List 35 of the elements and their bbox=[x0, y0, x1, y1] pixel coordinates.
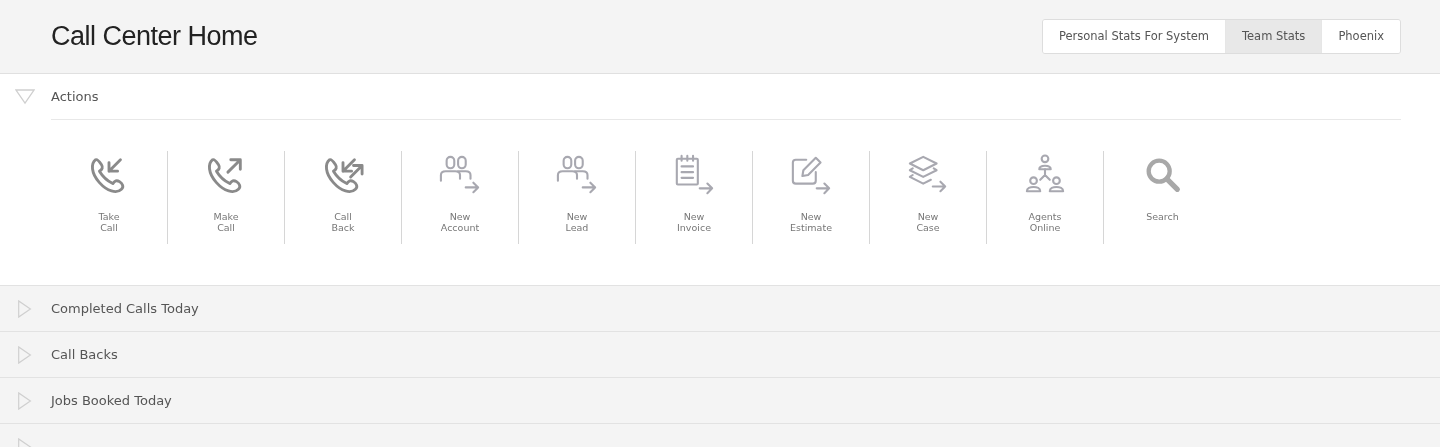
page-title: Call Center Home bbox=[51, 21, 258, 52]
people-arrow-icon bbox=[439, 154, 481, 196]
action-label: Call Back bbox=[331, 211, 355, 233]
stats-tab[interactable]: Personal Stats For System bbox=[1042, 19, 1225, 53]
toggle-triangle-icon[interactable] bbox=[16, 299, 34, 318]
document-arrow-icon bbox=[673, 154, 715, 196]
action-tile[interactable]: New Lead bbox=[519, 151, 636, 244]
section-title[interactable]: Jobs Booked Today bbox=[51, 393, 172, 408]
action-tile[interactable]: Agents Online bbox=[987, 151, 1104, 244]
edit-arrow-icon bbox=[790, 154, 832, 196]
toggle-triangle-icon[interactable] bbox=[16, 345, 34, 364]
action-tile[interactable]: Call Back bbox=[285, 151, 402, 244]
action-label: New Account bbox=[440, 211, 480, 233]
action-tile[interactable]: New Account bbox=[402, 151, 519, 244]
action-tile[interactable]: New Invoice bbox=[636, 151, 753, 244]
stats-tab[interactable]: Team Stats bbox=[1224, 19, 1322, 53]
action-label: Search bbox=[1146, 211, 1179, 222]
action-label: New Invoice bbox=[677, 211, 711, 233]
people-arrow-icon bbox=[556, 154, 598, 196]
action-tile[interactable]: Search bbox=[1104, 151, 1221, 244]
action-tile[interactable]: Take Call bbox=[51, 151, 168, 244]
toggle-triangle-icon[interactable] bbox=[16, 391, 34, 410]
action-label: New Estimate bbox=[790, 211, 832, 233]
section-title[interactable]: Actions bbox=[51, 89, 99, 104]
action-tile[interactable]: New Estimate bbox=[753, 151, 870, 244]
action-label: New Case bbox=[916, 211, 940, 233]
action-label: Make Call bbox=[213, 211, 239, 233]
action-label: Agents Online bbox=[1028, 211, 1062, 233]
action-label: Take Call bbox=[98, 211, 120, 233]
section-title[interactable]: Call Backs bbox=[51, 347, 118, 362]
section-title[interactable]: Completed Calls Today bbox=[51, 301, 199, 316]
stats-tab[interactable]: Phoenix bbox=[1321, 19, 1400, 53]
action-tile[interactable]: New Case bbox=[870, 151, 987, 244]
action-tile[interactable]: Make Call bbox=[168, 151, 285, 244]
action-label: New Lead bbox=[565, 211, 589, 233]
